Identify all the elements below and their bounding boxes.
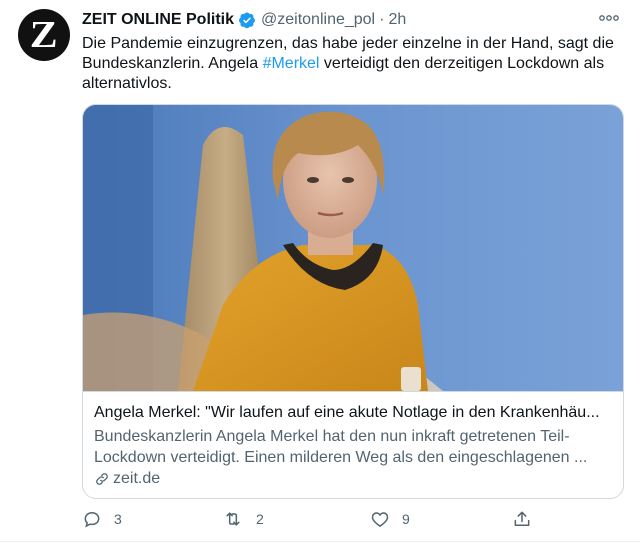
- retweet-count: 2: [256, 511, 264, 527]
- like-button[interactable]: 9: [370, 506, 410, 532]
- reply-icon: [84, 511, 100, 528]
- card-domain: zeit.de: [94, 470, 160, 488]
- avatar[interactable]: Z: [18, 9, 70, 61]
- retweet-button[interactable]: 2: [222, 506, 264, 532]
- card-title: Angela Merkel: "Wir laufen auf eine akut…: [94, 404, 600, 421]
- more-icon: [599, 15, 619, 21]
- retweet-icon: [226, 512, 240, 526]
- tweet[interactable]: Z ZEIT ONLINE Politik @zeitonline_pol · …: [0, 0, 640, 543]
- like-icon: [371, 512, 389, 527]
- tweet-header: ZEIT ONLINE Politik @zeitonline_pol · 2h: [82, 9, 406, 31]
- tweet-timestamp[interactable]: 2h: [388, 11, 406, 29]
- card-domain-text: zeit.de: [113, 470, 161, 487]
- tweet-text: Die Pandemie einzugrenzen, das habe jede…: [82, 34, 627, 94]
- separator-dot: ·: [379, 11, 385, 28]
- reply-button[interactable]: 3: [82, 506, 122, 532]
- share-icon: [514, 511, 530, 526]
- verified-badge-icon: [239, 12, 255, 29]
- card-text-block: Angela Merkel: "Wir laufen auf eine akut…: [83, 391, 623, 498]
- hashtag-link[interactable]: #Merkel: [263, 55, 320, 72]
- tweet-actions: 3 2 9: [82, 506, 542, 532]
- avatar-letter: Z: [30, 14, 58, 56]
- like-count: 9: [402, 511, 410, 527]
- more-options-button[interactable]: [598, 11, 620, 25]
- reply-count: 3: [114, 511, 122, 527]
- card-description: Bundeskanzlerin Angela Merkel hat den nu…: [94, 428, 588, 466]
- bottom-divider: [0, 541, 640, 542]
- share-button[interactable]: [512, 506, 532, 532]
- link-card[interactable]: Angela Merkel: "Wir laufen auf eine akut…: [82, 104, 624, 499]
- card-image: [83, 105, 623, 391]
- link-icon: [96, 473, 108, 485]
- author-handle[interactable]: @zeitonline_pol: [261, 11, 375, 29]
- author-name[interactable]: ZEIT ONLINE Politik: [82, 11, 234, 29]
